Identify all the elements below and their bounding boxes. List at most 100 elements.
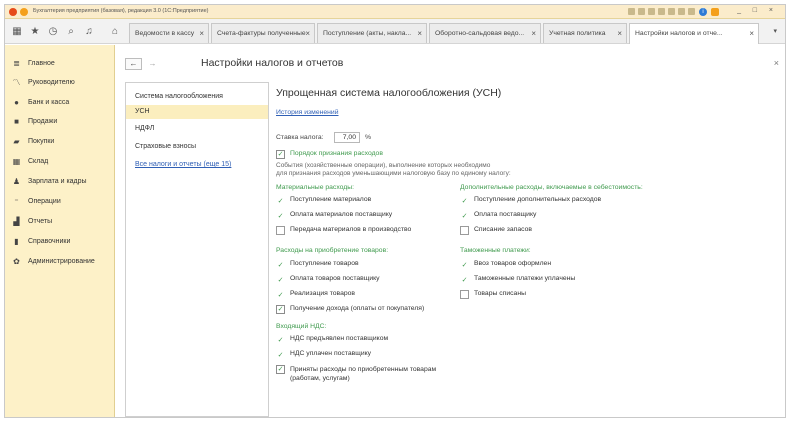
extra-costs-item[interactable]: Списание запасов bbox=[460, 226, 532, 235]
person-icon: ♟ bbox=[12, 176, 21, 186]
materials-item[interactable]: ✓ Поступление материалов bbox=[276, 196, 372, 205]
expense-order-toggle[interactable]: ✓ Порядок признания расходов bbox=[276, 150, 383, 159]
app-window: Бухгалтерия предприятия (базовая), редак… bbox=[4, 4, 786, 418]
note-line: для признания расходов уменьшающими нало… bbox=[276, 170, 511, 177]
check-mark-icon: ✓ bbox=[461, 276, 468, 284]
list-item-tax-system[interactable]: Система налогообложения bbox=[126, 90, 268, 104]
close-form-button[interactable]: × bbox=[774, 58, 779, 68]
close-icon[interactable]: × bbox=[417, 24, 422, 43]
checkbox-checked-icon[interactable]: ✓ bbox=[276, 305, 285, 314]
materials-item[interactable]: Передача материалов в производство bbox=[276, 226, 411, 235]
sidebar-item-admin[interactable]: ✿ Администрирование bbox=[12, 255, 95, 267]
main-menu-icon[interactable] bbox=[20, 8, 28, 16]
tab-accounting-policy[interactable]: Учетная политика × bbox=[543, 23, 627, 43]
vat-item[interactable]: ✓ НДС предъявлен поставщиком bbox=[276, 335, 389, 344]
print-icon[interactable] bbox=[678, 8, 685, 15]
vat-item[interactable]: ✓ НДС уплачен поставщику bbox=[276, 350, 372, 359]
vat-item[interactable]: ✓ Приняты расходы по приобретенным товар… bbox=[276, 365, 436, 383]
rate-label: Ставка налога: bbox=[276, 134, 324, 141]
favorites-icon[interactable] bbox=[658, 8, 665, 15]
tab-vedomosti[interactable]: Ведомости в кассу × bbox=[129, 23, 209, 43]
checkbox-checked-icon[interactable]: ✓ bbox=[276, 365, 285, 374]
close-icon[interactable]: × bbox=[617, 24, 622, 43]
goods-item[interactable]: ✓ Поступление товаров bbox=[276, 260, 359, 269]
tab-invoices[interactable]: Счета-фактуры полученные × bbox=[211, 23, 315, 43]
checkbox-unchecked-icon[interactable] bbox=[276, 226, 285, 235]
customs-item[interactable]: ✓ Таможенные платежи уплачены bbox=[460, 275, 576, 284]
calendar-icon[interactable] bbox=[638, 8, 645, 15]
calculator-icon[interactable] bbox=[628, 8, 635, 15]
check-mark-icon: ✓ bbox=[461, 197, 468, 205]
search-icon[interactable]: ⌕ bbox=[65, 26, 77, 38]
checkbox-checked-icon[interactable]: ✓ bbox=[276, 150, 285, 159]
warehouse-icon: ▦ bbox=[12, 156, 21, 166]
rate-input[interactable]: 7,00 bbox=[334, 132, 360, 143]
tab-tax-settings[interactable]: Настройки налогов и отче... × bbox=[629, 23, 759, 44]
sections-grid-icon[interactable]: ▦ bbox=[11, 26, 23, 38]
check-mark-icon: ✓ bbox=[461, 212, 468, 220]
customs-item[interactable]: ✓ Ввоз товаров оформлен bbox=[460, 260, 552, 269]
list-item-ndfl[interactable]: НДФЛ bbox=[126, 122, 268, 136]
book-icon: ▮ bbox=[14, 236, 19, 246]
minimize-button[interactable]: _ bbox=[737, 7, 741, 14]
tab-turnover[interactable]: Оборотно-сальдовая ведо... × bbox=[429, 23, 541, 43]
bank-icon: ● bbox=[14, 97, 19, 107]
extra-costs-item[interactable]: ✓ Оплата поставщику bbox=[460, 211, 537, 220]
save-icon[interactable] bbox=[668, 8, 675, 15]
sidebar-item-manager[interactable]: 〽 Руководителю bbox=[12, 76, 75, 88]
forward-button[interactable]: → bbox=[144, 58, 161, 70]
sidebar-item-reports[interactable]: ▟ Отчеты bbox=[12, 215, 52, 227]
sidebar-item-operations[interactable]: ⁼ Операции bbox=[12, 195, 60, 207]
tab-bar: ▦ ★ ◷ ⌕ ♫ ⌂ Ведомости в кассу × Счета-фа… bbox=[5, 19, 785, 44]
sidebar-item-purchases[interactable]: ▰ Покупки bbox=[12, 135, 54, 147]
tabs-dropdown-icon[interactable]: ▾ bbox=[773, 27, 777, 35]
titlebar-tools bbox=[628, 8, 695, 16]
history-clock-icon[interactable]: ◷ bbox=[47, 26, 59, 38]
goods-item[interactable]: ✓ Реализация товаров bbox=[276, 290, 355, 299]
checkbox-unchecked-icon[interactable] bbox=[460, 290, 469, 299]
tab-label: Оборотно-сальдовая ведо... bbox=[435, 30, 525, 37]
form-area: ← → Настройки налогов и отчетов × Систем… bbox=[116, 45, 785, 417]
page-title: Настройки налогов и отчетов bbox=[201, 57, 344, 69]
close-icon[interactable]: × bbox=[199, 24, 204, 43]
extra-costs-heading: Дополнительные расходы, включаемые в себ… bbox=[460, 184, 643, 191]
history-icon[interactable] bbox=[648, 8, 655, 15]
close-icon[interactable]: × bbox=[531, 24, 536, 43]
close-icon[interactable]: × bbox=[749, 24, 754, 43]
materials-item[interactable]: ✓ Оплата материалов поставщику bbox=[276, 211, 393, 220]
sidebar-item-warehouse[interactable]: ▦ Склад bbox=[12, 155, 49, 167]
checkbox-unchecked-icon[interactable] bbox=[460, 226, 469, 235]
close-icon[interactable]: × bbox=[305, 24, 310, 43]
favorites-star-icon[interactable]: ★ bbox=[29, 26, 41, 38]
list-item-usn[interactable]: УСН bbox=[126, 105, 268, 119]
notification-icon[interactable] bbox=[711, 8, 719, 16]
check-mark-icon: ✓ bbox=[461, 261, 468, 269]
customs-item[interactable]: Товары списаны bbox=[460, 290, 526, 299]
menu-icon: ≣ bbox=[13, 58, 20, 68]
info-icon[interactable]: i bbox=[699, 8, 707, 16]
link-icon[interactable] bbox=[688, 8, 695, 15]
sidebar-item-main[interactable]: ≣ Главное bbox=[12, 57, 55, 69]
sidebar-item-sales[interactable]: ■ Продажи bbox=[12, 115, 57, 127]
back-button[interactable]: ← bbox=[125, 58, 142, 70]
sidebar-item-salary[interactable]: ♟ Зарплата и кадры bbox=[12, 175, 87, 187]
sidebar-item-catalogs[interactable]: ▮ Справочники bbox=[12, 235, 70, 247]
check-mark-icon: ✓ bbox=[277, 276, 284, 284]
extra-costs-item[interactable]: ✓ Поступление дополнительных расходов bbox=[460, 196, 602, 205]
all-taxes-link[interactable]: Все налоги и отчеты (еще 15) bbox=[126, 158, 268, 172]
check-mark-icon: ✓ bbox=[277, 351, 284, 359]
vat-heading: Входящий НДС: bbox=[276, 323, 327, 330]
maximize-button[interactable]: □ bbox=[753, 7, 757, 14]
goods-item[interactable]: ✓ Оплата товаров поставщику bbox=[276, 275, 380, 284]
basket-icon: ▰ bbox=[13, 136, 20, 146]
history-link[interactable]: История изменений bbox=[276, 109, 339, 116]
rate-unit: % bbox=[365, 134, 372, 141]
sidebar-item-bank[interactable]: ● Банк и касса bbox=[12, 96, 69, 108]
close-window-button[interactable]: × bbox=[769, 7, 773, 14]
tab-receipts[interactable]: Поступление (акты, накла... × bbox=[317, 23, 427, 43]
tab-label: Ведомости в кассу bbox=[135, 30, 195, 37]
bell-icon[interactable]: ♫ bbox=[83, 26, 95, 38]
list-item-insurance[interactable]: Страховые взносы bbox=[126, 140, 268, 154]
home-icon[interactable]: ⌂ bbox=[109, 26, 121, 38]
goods-item[interactable]: ✓ Получение дохода (оплаты от покупателя… bbox=[276, 305, 424, 314]
